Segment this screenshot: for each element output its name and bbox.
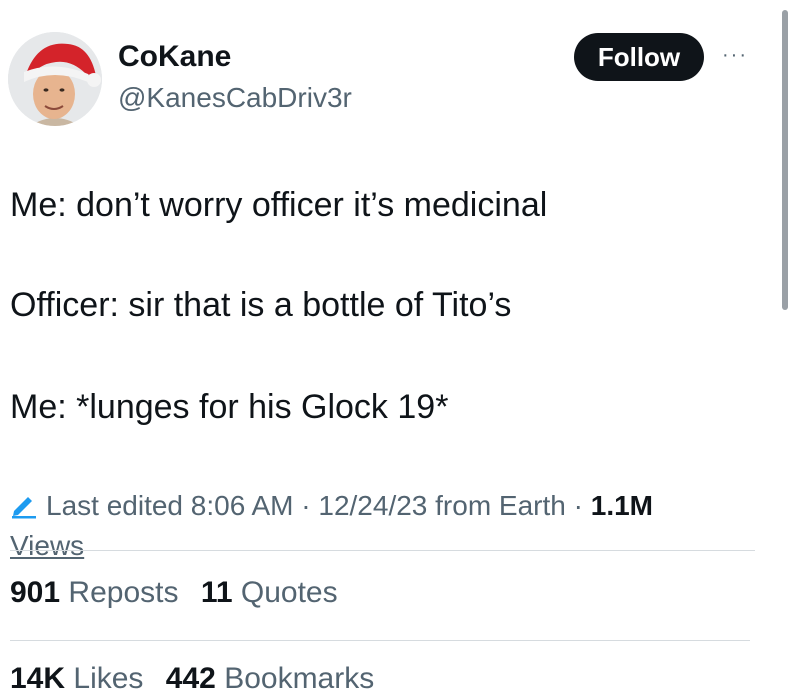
tweet-text-line-2: Officer: sir that is a bottle of Tito’s [10,286,512,324]
engagement-row-1: 901 Reposts 11 Quotes [10,576,352,610]
views-count: 1.1M [590,490,653,521]
likes-stat[interactable]: 14K Likes [10,662,143,696]
tweet-meta: Last edited 8:06 AM · 12/24/23 from Eart… [10,488,710,564]
likes-count: 14K [10,662,66,695]
tweet-text-line-1: Me: don’t worry officer it’s medicinal [10,186,548,224]
follow-button[interactable]: Follow [574,33,704,81]
engagement-row-2: 14K Likes 442 Bookmarks [10,662,388,696]
quotes-stat[interactable]: 11 Quotes [201,576,338,610]
quotes-count: 11 [200,576,233,609]
views-label[interactable]: Views [10,530,84,561]
tweet-text-line-3: Me: *lunges for his Glock 19* [10,388,449,426]
bookmarks-stat[interactable]: 442 Bookmarks [166,662,374,696]
divider [10,550,755,551]
avatar[interactable] [8,32,102,126]
bookmarks-label: Bookmarks [224,662,375,695]
reposts-stat[interactable]: 901 Reposts [10,576,178,610]
author-name[interactable]: CoKane [118,40,231,74]
scrollbar[interactable] [782,10,788,310]
reposts-count: 901 [10,576,61,609]
pencil-icon [10,492,38,528]
edited-timestamp-link[interactable]: Last edited 8:06 AM · 12/24/23 from Eart… [46,490,583,521]
author-handle[interactable]: @KanesCabDriv3r [118,82,352,114]
likes-label: Likes [73,662,144,695]
santa-hat-avatar-image [8,32,102,126]
quotes-label: Quotes [240,576,338,609]
bookmarks-count: 442 [165,662,216,695]
divider [10,640,750,641]
more-options-icon[interactable]: ··· [722,44,748,67]
reposts-label: Reposts [68,576,179,609]
